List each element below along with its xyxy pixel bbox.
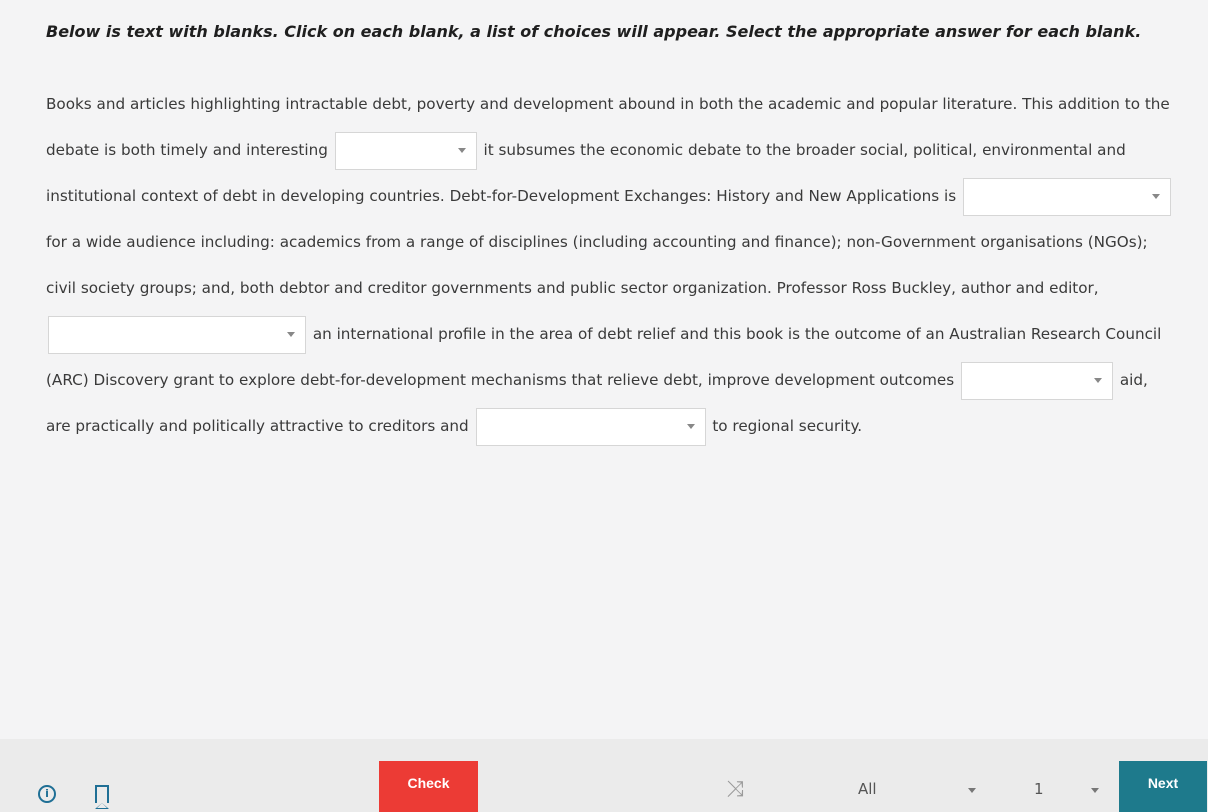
page-select[interactable]: 1: [1034, 771, 1104, 807]
chevron-down-icon: [1091, 788, 1099, 793]
shuffle-icon[interactable]: ⤨: [720, 779, 750, 801]
passage-segment: to regional security.: [712, 417, 863, 435]
check-button[interactable]: Check: [379, 761, 478, 812]
blank-dropdown-4[interactable]: [961, 361, 1114, 400]
blank-dropdown-5[interactable]: [475, 407, 706, 446]
next-button[interactable]: Next: [1119, 761, 1207, 812]
chevron-down-icon: [1152, 194, 1160, 199]
blank-dropdown-1[interactable]: [334, 131, 477, 170]
info-icon[interactable]: i: [38, 785, 56, 803]
exercise-content: Below is text with blanks. Click on each…: [46, 18, 1176, 449]
filter-select-value: All: [858, 780, 877, 798]
chevron-down-icon: [1094, 378, 1103, 383]
chevron-down-icon: [287, 332, 295, 337]
blank-dropdown-2[interactable]: [963, 177, 1171, 216]
blank-dropdown-3[interactable]: [48, 315, 306, 354]
filter-select[interactable]: All: [858, 771, 978, 807]
chevron-down-icon: [686, 424, 695, 429]
bookmark-icon[interactable]: [95, 785, 109, 809]
bottom-toolbar: i Check ⤨ All 1 Next: [0, 739, 1208, 812]
instructions-text: Below is text with blanks. Click on each…: [46, 22, 1142, 41]
passage-segment: for a wide audience including: academics…: [46, 233, 1148, 297]
chevron-down-icon: [457, 148, 466, 153]
passage-text: Books and articles highlighting intracta…: [46, 81, 1176, 449]
page-select-value: 1: [1034, 780, 1044, 798]
chevron-down-icon: [968, 788, 976, 793]
